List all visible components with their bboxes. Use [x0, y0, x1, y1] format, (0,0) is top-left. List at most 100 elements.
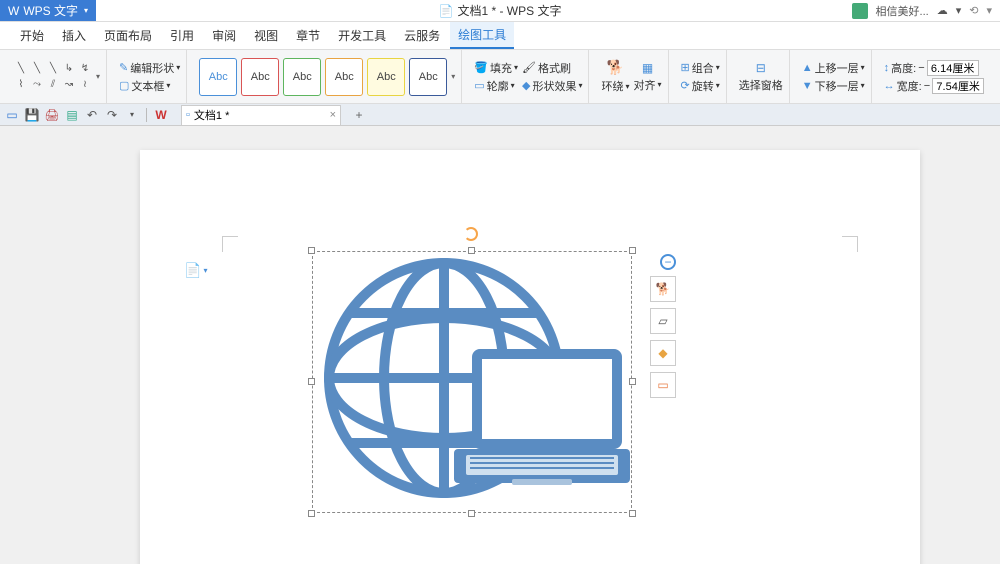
menu-cloud[interactable]: 云服务 — [396, 23, 448, 48]
edit-shape-button[interactable]: ✎ 编辑形状 ▾ — [119, 60, 180, 76]
format-brush-button[interactable]: 🖌 格式刷 — [522, 60, 571, 76]
curve3-icon[interactable]: ↝ — [62, 78, 76, 92]
chevron-down-icon[interactable]: ▾ — [124, 107, 140, 123]
collapse-icon[interactable]: − — [660, 254, 676, 270]
doc-tab[interactable]: ▫ 文档1 * × — [181, 105, 341, 125]
resize-handle[interactable] — [629, 378, 636, 385]
elbow-icon[interactable]: ↳ — [62, 62, 76, 76]
menu-review[interactable]: 审阅 — [204, 23, 244, 48]
height-label: 高度: — [891, 60, 916, 76]
wrap-button[interactable]: 环绕▾ — [601, 78, 629, 94]
ribbon-format-group: 🪣 填充▾ ▭ 轮廓▾ 🖌 格式刷 ◆ 形状效果▾ — [468, 50, 589, 103]
polyline-icon[interactable]: ⤳ — [30, 78, 44, 92]
width-input[interactable] — [932, 78, 984, 94]
undo-icon[interactable]: ↶ — [84, 107, 100, 123]
style-preset-4[interactable]: Abc — [325, 58, 363, 96]
zigzag-icon[interactable]: ↯ — [78, 62, 92, 76]
group-icon: ⊞ — [681, 61, 690, 74]
menu-page-layout[interactable]: 页面布局 — [96, 23, 160, 48]
new-tab-button[interactable]: + — [351, 107, 367, 123]
redo-icon[interactable]: ↷ — [104, 107, 120, 123]
freeform-icon[interactable]: ⌇ — [14, 78, 28, 92]
bring-forward-button[interactable]: ▲ 上移一层▾ — [802, 60, 865, 76]
minus-icon[interactable]: − — [924, 80, 930, 92]
selection-pane-button[interactable]: 选择窗格 — [739, 77, 783, 93]
effect-icon: ◆ — [522, 79, 530, 92]
style-preset-2[interactable]: Abc — [241, 58, 279, 96]
window-title-container: 📄 文档1 * - WPS 文字 — [439, 2, 562, 19]
canvas-area[interactable]: 📄 ▾ — [0, 126, 1000, 564]
resize-handle[interactable] — [468, 510, 475, 517]
fill-color-button[interactable]: ◆ — [650, 340, 676, 366]
selection-box[interactable] — [312, 251, 632, 513]
insert-indicator[interactable]: 📄 ▾ — [184, 262, 207, 279]
ribbon-styles-group: Abc Abc Abc Abc Abc Abc ▾ — [193, 50, 462, 103]
menu-chapter[interactable]: 章节 — [288, 23, 328, 48]
page[interactable]: 📄 ▾ — [140, 150, 920, 564]
outline-button[interactable]: ▭ 轮廓▾ — [474, 78, 514, 94]
menu-view[interactable]: 视图 — [246, 23, 286, 48]
close-icon[interactable]: × — [330, 109, 336, 121]
user-name[interactable]: 相信美好... — [876, 3, 929, 19]
print-preview-icon[interactable]: ▤ — [64, 107, 80, 123]
textbox-button[interactable]: ▢ 文本框 ▾ — [119, 78, 170, 94]
line-icon[interactable]: ╲ — [30, 62, 44, 76]
document-icon: 📄 — [439, 4, 454, 18]
layout-options-button[interactable]: 🐕 — [650, 276, 676, 302]
style-button[interactable]: ▱ — [650, 308, 676, 334]
resize-handle[interactable] — [308, 510, 315, 517]
chevron-down-icon[interactable]: ▾ — [986, 4, 992, 17]
chevron-down-icon: ▾ — [166, 81, 170, 90]
print-icon[interactable]: 🖨 — [44, 107, 60, 123]
wrap-icon[interactable]: 🐕 — [607, 59, 624, 76]
fill-icon: 🪣 — [474, 61, 488, 74]
ribbon-arrange-group: 🐕 环绕▾ ▦ 对齐▾ — [595, 50, 668, 103]
style-preset-6[interactable]: Abc — [409, 58, 447, 96]
menu-developer[interactable]: 开发工具 — [330, 23, 394, 48]
cloud-icon[interactable]: ☁ — [937, 4, 948, 17]
avatar[interactable] — [852, 3, 868, 19]
style-preset-1[interactable]: Abc — [199, 58, 237, 96]
app-badge[interactable]: W WPS 文字 ▾ — [0, 0, 96, 21]
chevron-down-icon[interactable]: ▾ — [451, 72, 455, 81]
menu-insert[interactable]: 插入 — [54, 23, 94, 48]
menu-start[interactable]: 开始 — [12, 23, 52, 48]
new-icon[interactable]: ▭ — [4, 107, 20, 123]
chevron-down-icon[interactable]: ▾ — [96, 72, 100, 81]
style-preset-3[interactable]: Abc — [283, 58, 321, 96]
fill-button[interactable]: 🪣 填充▾ — [474, 60, 518, 76]
minus-icon[interactable]: − — [918, 62, 924, 74]
selection-pane-icon[interactable]: ⊟ — [756, 61, 766, 75]
outline-square-icon: ▭ — [657, 378, 668, 392]
shape-effect-button[interactable]: ◆ 形状效果▾ — [522, 78, 582, 94]
menu-references[interactable]: 引用 — [162, 23, 202, 48]
app-name: WPS 文字 — [23, 2, 78, 19]
height-input[interactable] — [927, 60, 979, 76]
save-icon[interactable]: 💾 — [24, 107, 40, 123]
document-icon: ▫ — [186, 109, 190, 121]
group-button[interactable]: ⊞ 组合▾ — [681, 60, 720, 76]
sync-icon[interactable]: ⟲ — [969, 4, 978, 17]
scribble-icon[interactable]: ≀ — [78, 78, 92, 92]
align-icon[interactable]: ▦ — [642, 61, 653, 75]
chevron-down-icon[interactable]: ▾ — [956, 4, 962, 17]
align-button[interactable]: 对齐▾ — [633, 77, 661, 93]
style-preset-5[interactable]: Abc — [367, 58, 405, 96]
line-icon[interactable]: ╲ — [14, 62, 28, 76]
wps-logo-icon[interactable]: W — [153, 107, 169, 123]
resize-handle[interactable] — [629, 247, 636, 254]
edit-shape-icon: ✎ — [119, 61, 128, 74]
menu-drawing-tools[interactable]: 绘图工具 — [450, 22, 514, 49]
curve-icon[interactable]: ╲ — [46, 62, 60, 76]
resize-handle[interactable] — [629, 510, 636, 517]
globe-laptop-shape[interactable] — [314, 253, 630, 511]
rotate-handle[interactable] — [464, 227, 478, 241]
wrap-label: 环绕 — [601, 78, 623, 94]
curve2-icon[interactable]: ⫽ — [46, 78, 60, 92]
title-right: 相信美好... ☁ ▾ ⟲ ▾ — [852, 3, 992, 19]
rotate-button[interactable]: ⟳ 旋转▾ — [681, 78, 720, 94]
line-shapes-grid[interactable]: ╲ ╲ ╲ ↳ ↯ ⌇ ⤳ ⫽ ↝ ≀ — [14, 62, 92, 92]
send-backward-button[interactable]: ▼ 下移一层▾ — [802, 78, 865, 94]
shape-float-toolbar: − 🐕 ▱ ◆ ▭ — [650, 254, 676, 398]
outline-color-button[interactable]: ▭ — [650, 372, 676, 398]
